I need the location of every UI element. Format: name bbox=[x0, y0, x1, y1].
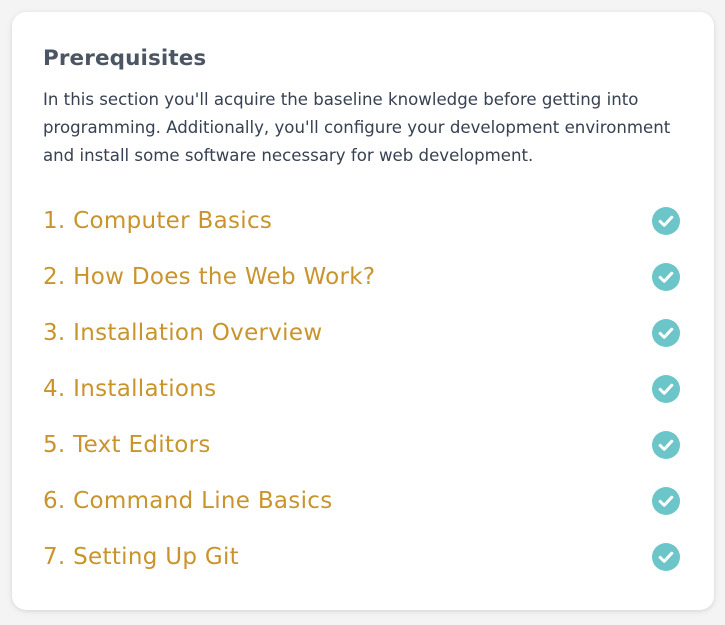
lesson-link[interactable]: 4. Installations bbox=[43, 374, 216, 404]
lesson-link[interactable]: 2. How Does the Web Work? bbox=[43, 262, 375, 292]
check-circle-icon bbox=[652, 375, 680, 403]
lesson-link[interactable]: 7. Setting Up Git bbox=[43, 542, 239, 572]
lesson-item[interactable]: 6. Command Line Basics bbox=[43, 473, 683, 529]
lesson-item[interactable]: 4. Installations bbox=[43, 361, 683, 417]
lesson-link[interactable]: 5. Text Editors bbox=[43, 430, 211, 460]
lesson-item[interactable]: 7. Setting Up Git bbox=[43, 529, 683, 585]
section-title: Prerequisites bbox=[43, 46, 207, 71]
lesson-item[interactable]: 1. Computer Basics bbox=[43, 193, 683, 249]
check-circle-icon bbox=[652, 263, 680, 291]
section-description: In this section you'll acquire the basel… bbox=[43, 90, 671, 165]
lesson-item[interactable]: 2. How Does the Web Work? bbox=[43, 249, 683, 305]
lesson-item[interactable]: 3. Installation Overview bbox=[43, 305, 683, 361]
check-circle-icon bbox=[652, 319, 680, 347]
lesson-item[interactable]: 5. Text Editors bbox=[43, 417, 683, 473]
check-circle-icon bbox=[652, 543, 680, 571]
prerequisites-card: Prerequisites In this section you'll acq… bbox=[12, 12, 714, 610]
lesson-link[interactable]: 6. Command Line Basics bbox=[43, 486, 333, 516]
check-circle-icon bbox=[652, 487, 680, 515]
check-circle-icon bbox=[652, 207, 680, 235]
lesson-link[interactable]: 1. Computer Basics bbox=[43, 206, 272, 236]
check-circle-icon bbox=[652, 431, 680, 459]
lesson-list: 1. Computer Basics 2. How Does the Web W… bbox=[43, 193, 683, 585]
lesson-link[interactable]: 3. Installation Overview bbox=[43, 318, 322, 348]
